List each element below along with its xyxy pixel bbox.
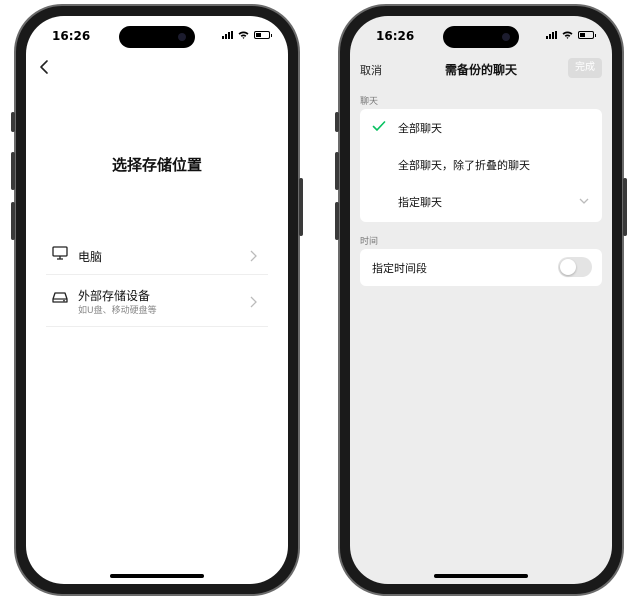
section-label-time: 时间 [360,237,379,247]
signal-icon [546,31,557,39]
option-external-storage-label: 外部存储设备 [78,289,151,303]
option-all-chats[interactable]: 全部聊天 [360,109,602,146]
chevron-right-icon [250,296,257,308]
time-range-card: 指定时间段 [360,249,602,286]
signal-icon [222,31,233,39]
chevron-right-icon [250,250,257,262]
option-computer[interactable]: 电脑 [46,238,268,275]
section-label-chats: 聊天 [360,97,379,107]
done-button[interactable]: 完成 [568,58,602,78]
option-specific-chats[interactable]: 指定聊天 [360,183,602,220]
home-indicator [110,574,204,578]
checkmark-icon [372,121,386,131]
home-indicator [434,574,528,578]
chevron-down-icon [579,198,589,204]
dynamic-island [443,26,519,48]
backup-chats-screen: 16:26 取消 需备份的聊天 完成 聊天 全部聊天 全部聊天，除了折叠的聊天 … [350,16,612,584]
option-computer-label: 电脑 [78,250,103,264]
option-all-chats-label: 全部聊天 [398,122,442,135]
time-range-label: 指定时间段 [372,262,427,275]
status-time: 16:26 [376,29,415,43]
option-all-except-folded-label: 全部聊天，除了折叠的聊天 [398,159,530,172]
phone-left: 16:26 选择存储位置 电脑 外部存储设备 如U盘、移动硬盘等 [11,4,303,596]
option-specific-chats-label: 指定聊天 [398,196,442,209]
battery-icon [254,31,272,39]
chat-options-card: 全部聊天 全部聊天，除了折叠的聊天 指定聊天 [360,109,602,222]
status-time: 16:26 [52,29,91,43]
dynamic-island [119,26,195,48]
status-icons [222,31,272,39]
hard-drive-icon [52,292,68,303]
status-icons [546,31,596,39]
back-arrow-icon[interactable] [34,56,56,78]
battery-icon [578,31,596,39]
phone-right: 16:26 取消 需备份的聊天 完成 聊天 全部聊天 全部聊天，除了折叠的聊天 … [335,4,627,596]
option-external-storage-sublabel: 如U盘、移动硬盘等 [78,306,157,316]
page-title: 选择存储位置 [111,156,202,174]
wifi-icon [562,31,573,39]
time-range-toggle[interactable] [558,257,592,277]
option-all-except-folded[interactable]: 全部聊天，除了折叠的聊天 [360,146,602,183]
option-external-storage[interactable]: 外部存储设备 如U盘、移动硬盘等 [46,278,268,327]
monitor-icon [52,246,68,260]
storage-location-screen: 16:26 选择存储位置 电脑 外部存储设备 如U盘、移动硬盘等 [26,16,288,584]
wifi-icon [238,31,249,39]
